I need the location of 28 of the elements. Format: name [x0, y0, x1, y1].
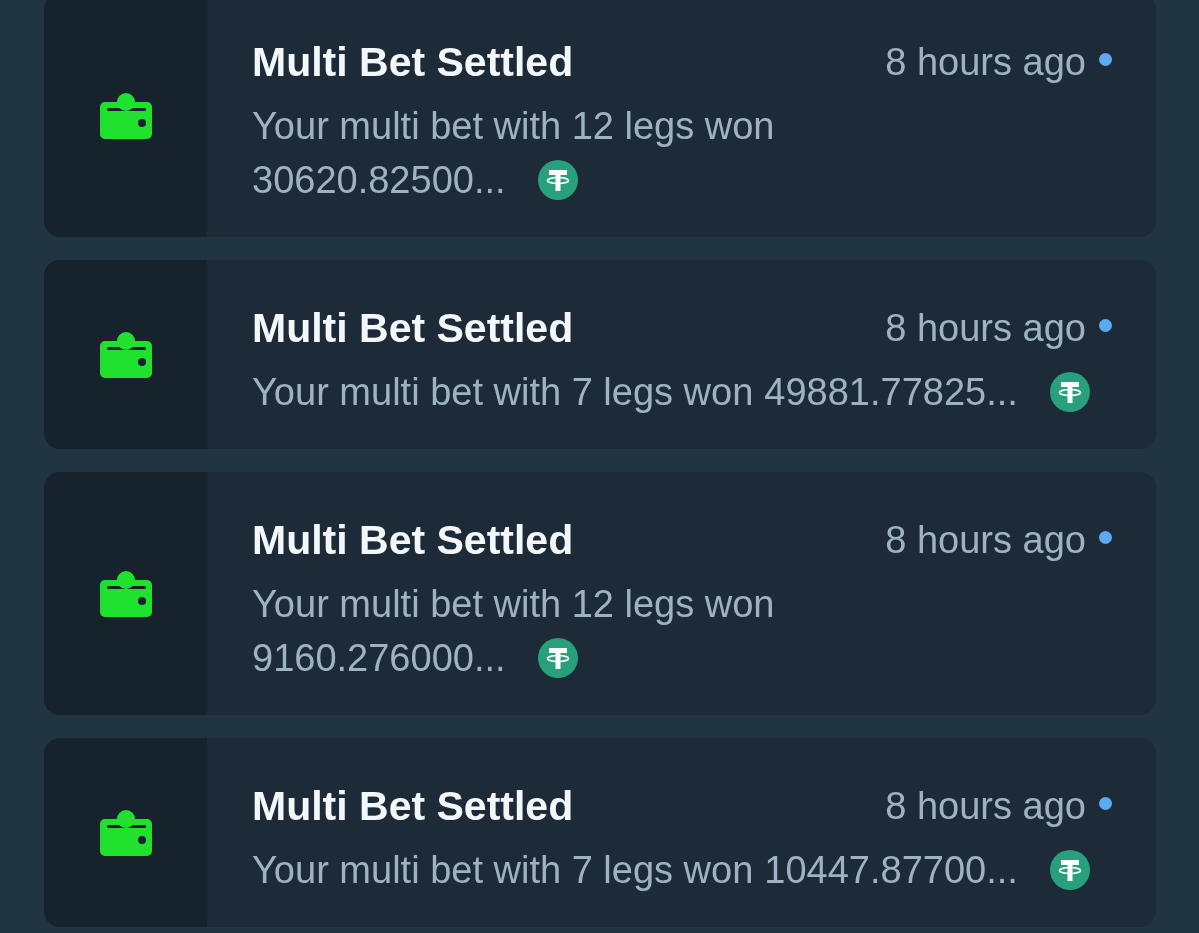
wallet-icon	[99, 331, 152, 378]
timestamp: 8 hours ago	[885, 784, 1086, 829]
payout-amount: 30620.82500...	[252, 158, 506, 203]
notification-title: Multi Bet Settled	[252, 38, 574, 86]
timestamp: 8 hours ago	[885, 306, 1086, 351]
notification-card[interactable]: Multi Bet Settled 8 hours ago Your multi bet with 7 legs won 10447.87700...	[44, 738, 1156, 927]
payout-amount: 49881.77825...	[764, 370, 1018, 415]
payout-amount: 9160.276000...	[252, 636, 506, 681]
wallet-icon	[99, 92, 152, 139]
coin-icon	[1049, 372, 1090, 412]
wallet-icon	[99, 809, 152, 856]
wallet-icon	[99, 570, 152, 617]
payout-amount: 10447.87700...	[764, 848, 1018, 893]
notification-message: Your multi bet with 12 legs won	[252, 582, 775, 627]
notification-card[interactable]: Multi Bet Settled 8 hours ago Your multi bet with 12 legs won 30620.82500...	[44, 0, 1156, 237]
notification-message: Your multi bet with 12 legs won	[252, 104, 775, 149]
coin-icon	[537, 160, 578, 200]
notification-message: Your multi bet with 7 legs won	[252, 370, 754, 415]
notification-title: Multi Bet Settled	[252, 516, 574, 564]
notification-card[interactable]: Multi Bet Settled 8 hours ago Your multi bet with 7 legs won 49881.77825...	[44, 260, 1156, 449]
notification-message: Your multi bet with 7 legs won	[252, 848, 754, 893]
timestamp: 8 hours ago	[885, 40, 1086, 85]
notification-title: Multi Bet Settled	[252, 304, 574, 352]
timestamp: 8 hours ago	[885, 518, 1086, 563]
coin-icon	[537, 638, 578, 678]
notification-title: Multi Bet Settled	[252, 782, 574, 830]
coin-icon	[1049, 850, 1090, 890]
notification-card[interactable]: Multi Bet Settled 8 hours ago Your multi bet with 12 legs won 9160.276000...	[44, 472, 1156, 715]
